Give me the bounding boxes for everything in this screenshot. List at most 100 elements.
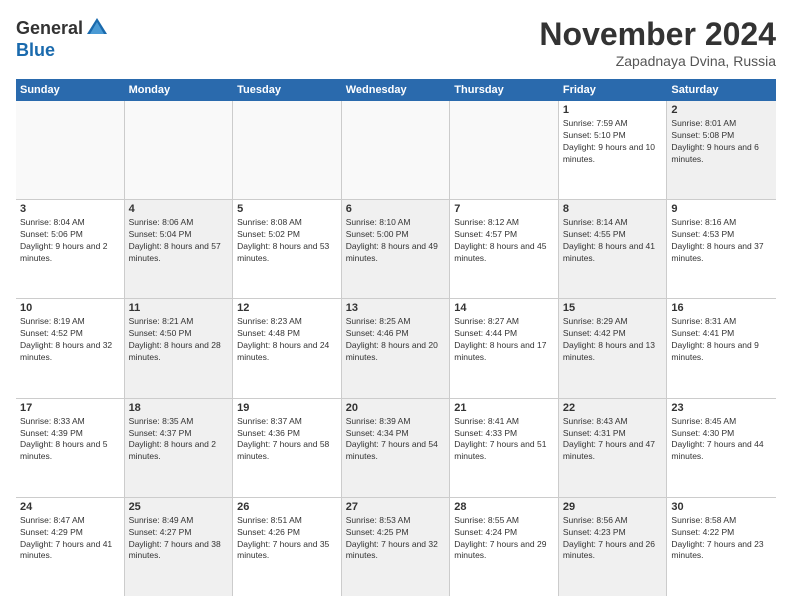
day-info: Sunrise: 8:23 AM Sunset: 4:48 PM Dayligh… (237, 316, 337, 364)
calendar-cell-r4-c1: 25 Sunrise: 8:49 AM Sunset: 4:27 PM Dayli… (125, 498, 234, 596)
header-day-thursday: Thursday (450, 79, 559, 101)
day-number: 15 (563, 302, 663, 314)
calendar: SundayMondayTuesdayWednesdayThursdayFrid… (16, 79, 776, 596)
calendar-row-2: 10Sunrise: 8:19 AM Sunset: 4:52 PM Dayli… (16, 299, 776, 398)
day-info: Sunrise: 8:41 AM Sunset: 4:33 PM Dayligh… (454, 416, 554, 464)
day-info: Sunrise: 8:33 AM Sunset: 4:39 PM Dayligh… (20, 416, 120, 464)
day-number: 21 (454, 402, 554, 414)
day-info: Sunrise: 8:12 AM Sunset: 4:57 PM Dayligh… (454, 217, 554, 265)
day-info: Sunrise: 8:27 AM Sunset: 4:44 PM Dayligh… (454, 316, 554, 364)
day-info: Sunrise: 8:06 AM Sunset: 5:04 PM Dayligh… (129, 217, 229, 265)
calendar-cell-r1-c3: 6 Sunrise: 8:10 AM Sunset: 5:00 PM Daylig… (342, 200, 451, 298)
day-info: Sunrise: 8:39 AM Sunset: 4:34 PM Dayligh… (346, 416, 446, 464)
day-info: Sunrise: 8:08 AM Sunset: 5:02 PM Dayligh… (237, 217, 337, 265)
day-info: Sunrise: 8:04 AM Sunset: 5:06 PM Dayligh… (20, 217, 120, 265)
calendar-cell-r2-c0: 10Sunrise: 8:19 AM Sunset: 4:52 PM Dayli… (16, 299, 125, 397)
logo-general-text: General (16, 18, 83, 39)
day-info: Sunrise: 8:10 AM Sunset: 5:00 PM Dayligh… (346, 217, 446, 265)
subtitle: Zapadnaya Dvina, Russia (539, 53, 776, 69)
header-day-monday: Monday (125, 79, 234, 101)
calendar-cell-r1-c6: 9 Sunrise: 8:16 AM Sunset: 4:53 PM Daylig… (667, 200, 776, 298)
calendar-cell-r3-c2: 19 Sunrise: 8:37 AM Sunset: 4:36 PM Dayli… (233, 399, 342, 497)
day-info: Sunrise: 8:01 AM Sunset: 5:08 PM Dayligh… (671, 118, 772, 166)
day-info: Sunrise: 8:55 AM Sunset: 4:24 PM Dayligh… (454, 515, 554, 563)
day-info: Sunrise: 8:19 AM Sunset: 4:52 PM Dayligh… (20, 316, 120, 364)
calendar-cell-r0-c0 (16, 101, 125, 199)
day-number: 3 (20, 203, 120, 215)
calendar-cell-r4-c3: 27 Sunrise: 8:53 AM Sunset: 4:25 PM Dayli… (342, 498, 451, 596)
calendar-cell-r4-c6: 30 Sunrise: 8:58 AM Sunset: 4:22 PM Dayli… (667, 498, 776, 596)
day-number: 24 (20, 501, 120, 513)
day-number: 23 (671, 402, 772, 414)
calendar-cell-r4-c2: 26Sunrise: 8:51 AM Sunset: 4:26 PM Dayli… (233, 498, 342, 596)
calendar-cell-r2-c3: 13Sunrise: 8:25 AM Sunset: 4:46 PM Dayli… (342, 299, 451, 397)
day-number: 30 (671, 501, 772, 513)
day-number: 6 (346, 203, 446, 215)
day-number: 4 (129, 203, 229, 215)
logo-blue-text: Blue (16, 40, 55, 61)
day-info: Sunrise: 8:21 AM Sunset: 4:50 PM Dayligh… (129, 316, 229, 364)
calendar-cell-r0-c4 (450, 101, 559, 199)
calendar-cell-r2-c2: 12Sunrise: 8:23 AM Sunset: 4:48 PM Dayli… (233, 299, 342, 397)
day-number: 1 (563, 104, 663, 116)
day-number: 26 (237, 501, 337, 513)
day-info: Sunrise: 8:45 AM Sunset: 4:30 PM Dayligh… (671, 416, 772, 464)
day-number: 22 (563, 402, 663, 414)
calendar-cell-r3-c5: 22 Sunrise: 8:43 AM Sunset: 4:31 PM Dayli… (559, 399, 668, 497)
header-day-tuesday: Tuesday (233, 79, 342, 101)
day-number: 5 (237, 203, 337, 215)
page: General Blue November 2024 Zapadnaya Dvi… (0, 0, 792, 612)
calendar-cell-r1-c1: 4 Sunrise: 8:06 AM Sunset: 5:04 PM Daylig… (125, 200, 234, 298)
calendar-cell-r1-c2: 5 Sunrise: 8:08 AM Sunset: 5:02 PM Daylig… (233, 200, 342, 298)
header-day-wednesday: Wednesday (342, 79, 451, 101)
day-number: 7 (454, 203, 554, 215)
month-title: November 2024 (539, 16, 776, 53)
day-info: Sunrise: 8:29 AM Sunset: 4:42 PM Dayligh… (563, 316, 663, 364)
calendar-header: SundayMondayTuesdayWednesdayThursdayFrid… (16, 79, 776, 101)
day-number: 19 (237, 402, 337, 414)
calendar-cell-r0-c1 (125, 101, 234, 199)
calendar-cell-r3-c4: 21 Sunrise: 8:41 AM Sunset: 4:33 PM Dayli… (450, 399, 559, 497)
day-number: 11 (129, 302, 229, 314)
day-info: Sunrise: 8:58 AM Sunset: 4:22 PM Dayligh… (671, 515, 772, 563)
calendar-cell-r4-c0: 24 Sunrise: 8:47 AM Sunset: 4:29 PM Dayli… (16, 498, 125, 596)
day-info: Sunrise: 8:16 AM Sunset: 4:53 PM Dayligh… (671, 217, 772, 265)
day-info: Sunrise: 8:37 AM Sunset: 4:36 PM Dayligh… (237, 416, 337, 464)
calendar-cell-r1-c0: 3 Sunrise: 8:04 AM Sunset: 5:06 PM Daylig… (16, 200, 125, 298)
calendar-row-1: 3 Sunrise: 8:04 AM Sunset: 5:06 PM Daylig… (16, 200, 776, 299)
day-number: 25 (129, 501, 229, 513)
calendar-cell-r3-c0: 17 Sunrise: 8:33 AM Sunset: 4:39 PM Dayli… (16, 399, 125, 497)
calendar-row-3: 17 Sunrise: 8:33 AM Sunset: 4:39 PM Dayli… (16, 399, 776, 498)
day-number: 17 (20, 402, 120, 414)
calendar-row-0: 1Sunrise: 7:59 AM Sunset: 5:10 PM Daylig… (16, 101, 776, 200)
day-number: 18 (129, 402, 229, 414)
day-info: Sunrise: 8:35 AM Sunset: 4:37 PM Dayligh… (129, 416, 229, 464)
title-section: November 2024 Zapadnaya Dvina, Russia (539, 16, 776, 69)
calendar-cell-r3-c6: 23 Sunrise: 8:45 AM Sunset: 4:30 PM Dayli… (667, 399, 776, 497)
header: General Blue November 2024 Zapadnaya Dvi… (16, 16, 776, 69)
day-number: 9 (671, 203, 772, 215)
logo-icon (85, 16, 109, 40)
calendar-cell-r0-c5: 1Sunrise: 7:59 AM Sunset: 5:10 PM Daylig… (559, 101, 668, 199)
calendar-cell-r2-c5: 15 Sunrise: 8:29 AM Sunset: 4:42 PM Dayli… (559, 299, 668, 397)
calendar-cell-r4-c4: 28Sunrise: 8:55 AM Sunset: 4:24 PM Dayli… (450, 498, 559, 596)
calendar-cell-r0-c6: 2Sunrise: 8:01 AM Sunset: 5:08 PM Daylig… (667, 101, 776, 199)
day-info: Sunrise: 8:25 AM Sunset: 4:46 PM Dayligh… (346, 316, 446, 364)
calendar-cell-r4-c5: 29Sunrise: 8:56 AM Sunset: 4:23 PM Dayli… (559, 498, 668, 596)
day-info: Sunrise: 8:14 AM Sunset: 4:55 PM Dayligh… (563, 217, 663, 265)
day-info: Sunrise: 8:43 AM Sunset: 4:31 PM Dayligh… (563, 416, 663, 464)
calendar-cell-r2-c4: 14 Sunrise: 8:27 AM Sunset: 4:44 PM Dayli… (450, 299, 559, 397)
day-number: 27 (346, 501, 446, 513)
day-info: Sunrise: 8:53 AM Sunset: 4:25 PM Dayligh… (346, 515, 446, 563)
day-number: 14 (454, 302, 554, 314)
calendar-body: 1Sunrise: 7:59 AM Sunset: 5:10 PM Daylig… (16, 101, 776, 596)
day-number: 16 (671, 302, 772, 314)
day-info: Sunrise: 8:49 AM Sunset: 4:27 PM Dayligh… (129, 515, 229, 563)
calendar-cell-r1-c5: 8 Sunrise: 8:14 AM Sunset: 4:55 PM Daylig… (559, 200, 668, 298)
day-info: Sunrise: 8:31 AM Sunset: 4:41 PM Dayligh… (671, 316, 772, 364)
logo: General Blue (16, 16, 109, 61)
calendar-cell-r2-c6: 16 Sunrise: 8:31 AM Sunset: 4:41 PM Dayli… (667, 299, 776, 397)
day-info: Sunrise: 8:56 AM Sunset: 4:23 PM Dayligh… (563, 515, 663, 563)
day-info: Sunrise: 8:47 AM Sunset: 4:29 PM Dayligh… (20, 515, 120, 563)
day-number: 8 (563, 203, 663, 215)
